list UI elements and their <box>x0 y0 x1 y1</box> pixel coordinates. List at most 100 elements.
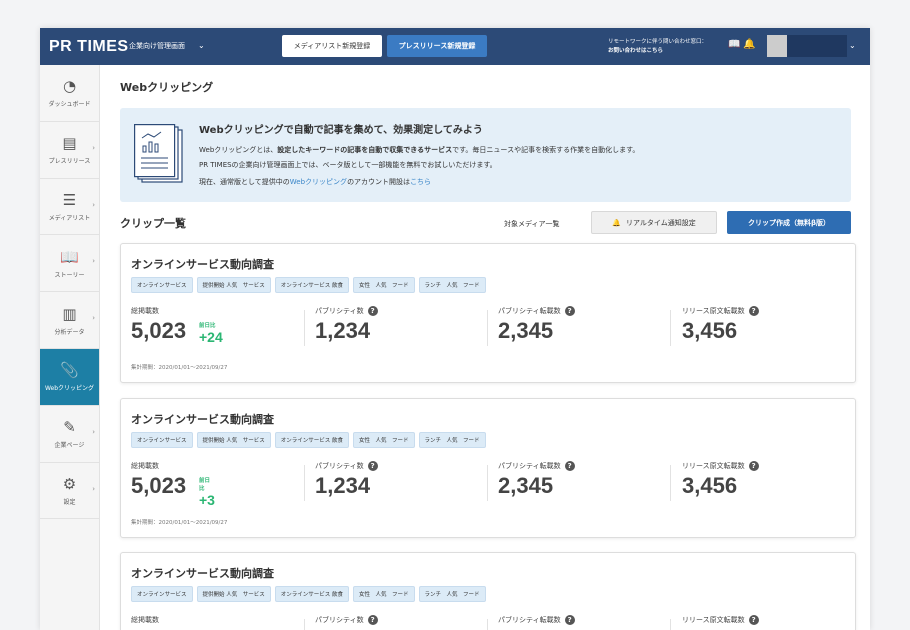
publicity-reprint-stat: パブリシティ転載数? 2,345 <box>498 461 575 499</box>
publicity-reprint-stat: パブリシティ転載数? <box>498 615 575 625</box>
stat-label: パブリシティ数 <box>315 616 364 624</box>
banner-beta-note: PR TIMESの企業向け管理画面上では、ベータ版として一部機能を無料でお試しい… <box>199 161 497 169</box>
keyword-tag: ランチ 人気 フード <box>418 586 486 602</box>
keyword-tags: オンラインサービス 提供開始 人気 サービス オンラインサービス 飲食 女性 人気 フ… <box>131 432 486 448</box>
stat-value: 2,345 <box>498 473 554 498</box>
avatar[interactable] <box>767 35 787 57</box>
text: Webクリッピングとは、 <box>199 146 278 154</box>
chevron-down-icon[interactable]: ⌄ <box>198 41 205 50</box>
clip-card[interactable]: オンラインサービス動向調査 オンラインサービス 提供開始 人気 サービス オンライン… <box>120 243 856 383</box>
help-icon[interactable]: ? <box>367 306 378 316</box>
stat-label: 総掲載数 <box>131 307 159 315</box>
chevron-right-icon: › <box>92 257 95 266</box>
sidebar-item-web-clipping[interactable]: 📎 Webクリッピング <box>40 348 99 406</box>
keyword-tag: ランチ 人気 フード <box>418 432 486 448</box>
keyword-tag: オンラインサービス 飲食 <box>274 432 350 448</box>
divider <box>670 465 671 501</box>
target-media-link[interactable]: 対象メディア一覧 <box>504 219 560 229</box>
help-icon[interactable]: ? <box>367 461 378 471</box>
help-icon[interactable]: ? <box>748 461 759 471</box>
sidebar-item-settings[interactable]: ⚙ 設定 › <box>40 463 99 520</box>
help-icon[interactable]: ? <box>564 461 575 471</box>
stat-value: 5,023 <box>131 473 187 498</box>
chevron-right-icon: › <box>92 200 95 209</box>
sidebar-item-company-page[interactable]: ✎ 企業ページ › <box>40 406 99 463</box>
stat-value: 5,023 <box>131 318 187 343</box>
dashboard-icon: ◔ <box>62 77 77 96</box>
sidebar-item-dashboard[interactable]: ◔ ダッシュボード <box>40 65 99 122</box>
keyword-tag: 女性 人気 フード <box>353 277 415 293</box>
text: 現在、通常版として提供中の <box>199 178 290 186</box>
clip-card[interactable]: オンラインサービス動向調査 オンラインサービス 提供開始 人気 サービス オンライン… <box>120 552 856 630</box>
stat-label: パブリシティ転載数 <box>498 307 561 315</box>
delta-label: 前日比 <box>199 478 211 492</box>
sidebar-item-label: 分析データ <box>54 328 85 336</box>
keyword-tag: 提供開始 人気 サービス <box>196 432 271 448</box>
release-reprint-stat: リリース原文転載数? <box>682 615 759 625</box>
realtime-notify-button[interactable]: 🔔 リアルタイム通知設定 <box>591 211 717 234</box>
help-icon[interactable]: ? <box>748 615 759 625</box>
stat-label: リリース原文転載数 <box>682 462 745 470</box>
media-list-register-button[interactable]: メディアリスト新規登録 <box>282 35 382 57</box>
help-icon[interactable]: ? <box>367 615 378 625</box>
stat-label: リリース原文転載数 <box>682 616 745 624</box>
banner-description: Webクリッピングとは、設定したキーワードの記事を自動で収集できるサービスです。… <box>199 145 639 155</box>
logo[interactable]: PR TIMES <box>49 38 129 56</box>
stat-label: パブリシティ数 <box>315 462 364 470</box>
sidebar-item-story[interactable]: 📖 ストーリー › <box>40 235 99 293</box>
help-icon[interactable]: ? <box>564 615 575 625</box>
clip-title[interactable]: オンラインサービス動向調査 <box>131 411 274 427</box>
web-clipping-link[interactable]: Webクリッピング <box>290 178 347 186</box>
sidebar-item-label: 設定 <box>63 498 76 506</box>
help-icon[interactable]: ? <box>748 306 759 316</box>
clip-title[interactable]: オンラインサービス動向調査 <box>131 565 274 581</box>
sidebar-item-press-release[interactable]: ▤ プレスリリース › <box>40 122 99 179</box>
divider <box>304 465 305 501</box>
book-icon[interactable]: 📖 <box>728 39 740 50</box>
keyword-tags: オンラインサービス 提供開始 人気 サービス オンラインサービス 飲食 女性 人気 フ… <box>131 586 486 602</box>
clip-list-heading: クリップ一覧 <box>120 217 186 230</box>
stat-value: 2,345 <box>498 318 554 343</box>
create-clip-button[interactable]: クリップ作成（無料β版） <box>727 211 851 234</box>
sidebar-item-label: ダッシュボード <box>48 101 91 109</box>
main-content: Webクリッピング Webクリッピングで自動で記事を集めて、効果測定してみよう … <box>100 65 870 630</box>
keyword-tag: オンラインサービス <box>131 586 193 602</box>
app-window: PR TIMES 企業向け管理画面 ⌄ メディアリスト新規登録 プレスリリース新… <box>40 28 870 630</box>
clip-title[interactable]: オンラインサービス動向調査 <box>131 256 274 272</box>
stat-label: パブリシティ転載数 <box>498 462 561 470</box>
sidebar-item-label: メディアリスト <box>48 214 91 222</box>
contact-info[interactable]: リモートワークに伴う問い合わせ窓口： お問い合わせはこちら <box>608 38 707 56</box>
stat-label: パブリシティ転載数 <box>498 616 561 624</box>
divider <box>487 619 488 630</box>
keyword-tags: オンラインサービス 提供開始 人気 サービス オンラインサービス 飲食 女性 人気 フ… <box>131 277 486 293</box>
press-release-register-button[interactable]: プレスリリース新規登録 <box>387 35 487 57</box>
divider <box>487 465 488 501</box>
keyword-tag: ランチ 人気 フード <box>418 277 486 293</box>
aggregation-period: 集計期間：2020/01/01～2021/09/27 <box>131 365 228 371</box>
sidebar-item-media-list[interactable]: ☰ メディアリスト › <box>40 179 99 236</box>
bell-icon: 🔔 <box>612 218 621 227</box>
publicity-reprint-stat: パブリシティ転載数? 2,345 <box>498 306 575 344</box>
stat-value: 1,234 <box>315 473 371 498</box>
chevron-right-icon: › <box>92 427 95 436</box>
day-over-day: 前日比 +24 <box>199 321 223 345</box>
chevron-down-icon[interactable]: ⌄ <box>849 41 856 50</box>
divider <box>670 310 671 346</box>
chevron-right-icon: › <box>92 484 95 493</box>
divider <box>304 310 305 346</box>
bell-icon[interactable]: 🔔 <box>743 39 755 50</box>
sidebar-item-label: ストーリー <box>54 271 85 279</box>
stat-label: パブリシティ数 <box>315 307 364 315</box>
help-icon[interactable]: ? <box>564 306 575 316</box>
sidebar-item-label: プレスリリース <box>48 158 91 166</box>
contact-link[interactable]: お問い合わせはこちら <box>608 47 707 56</box>
user-name-redacted[interactable] <box>787 35 847 57</box>
keyword-tag: 女性 人気 フード <box>353 432 415 448</box>
sidebar-item-analytics[interactable]: ▥ 分析データ › <box>40 292 99 349</box>
divider <box>670 619 671 630</box>
here-link[interactable]: こちら <box>410 178 431 186</box>
admin-subtitle[interactable]: 企業向け管理画面 <box>129 41 185 51</box>
contact-label: リモートワークに伴う問い合わせ窓口： <box>608 39 708 45</box>
banner-account-note: 現在、通常版として提供中のWebクリッピングのアカウント開設はこちら <box>199 177 431 187</box>
clip-card[interactable]: オンラインサービス動向調査 オンラインサービス 提供開始 人気 サービス オンライン… <box>120 398 856 538</box>
